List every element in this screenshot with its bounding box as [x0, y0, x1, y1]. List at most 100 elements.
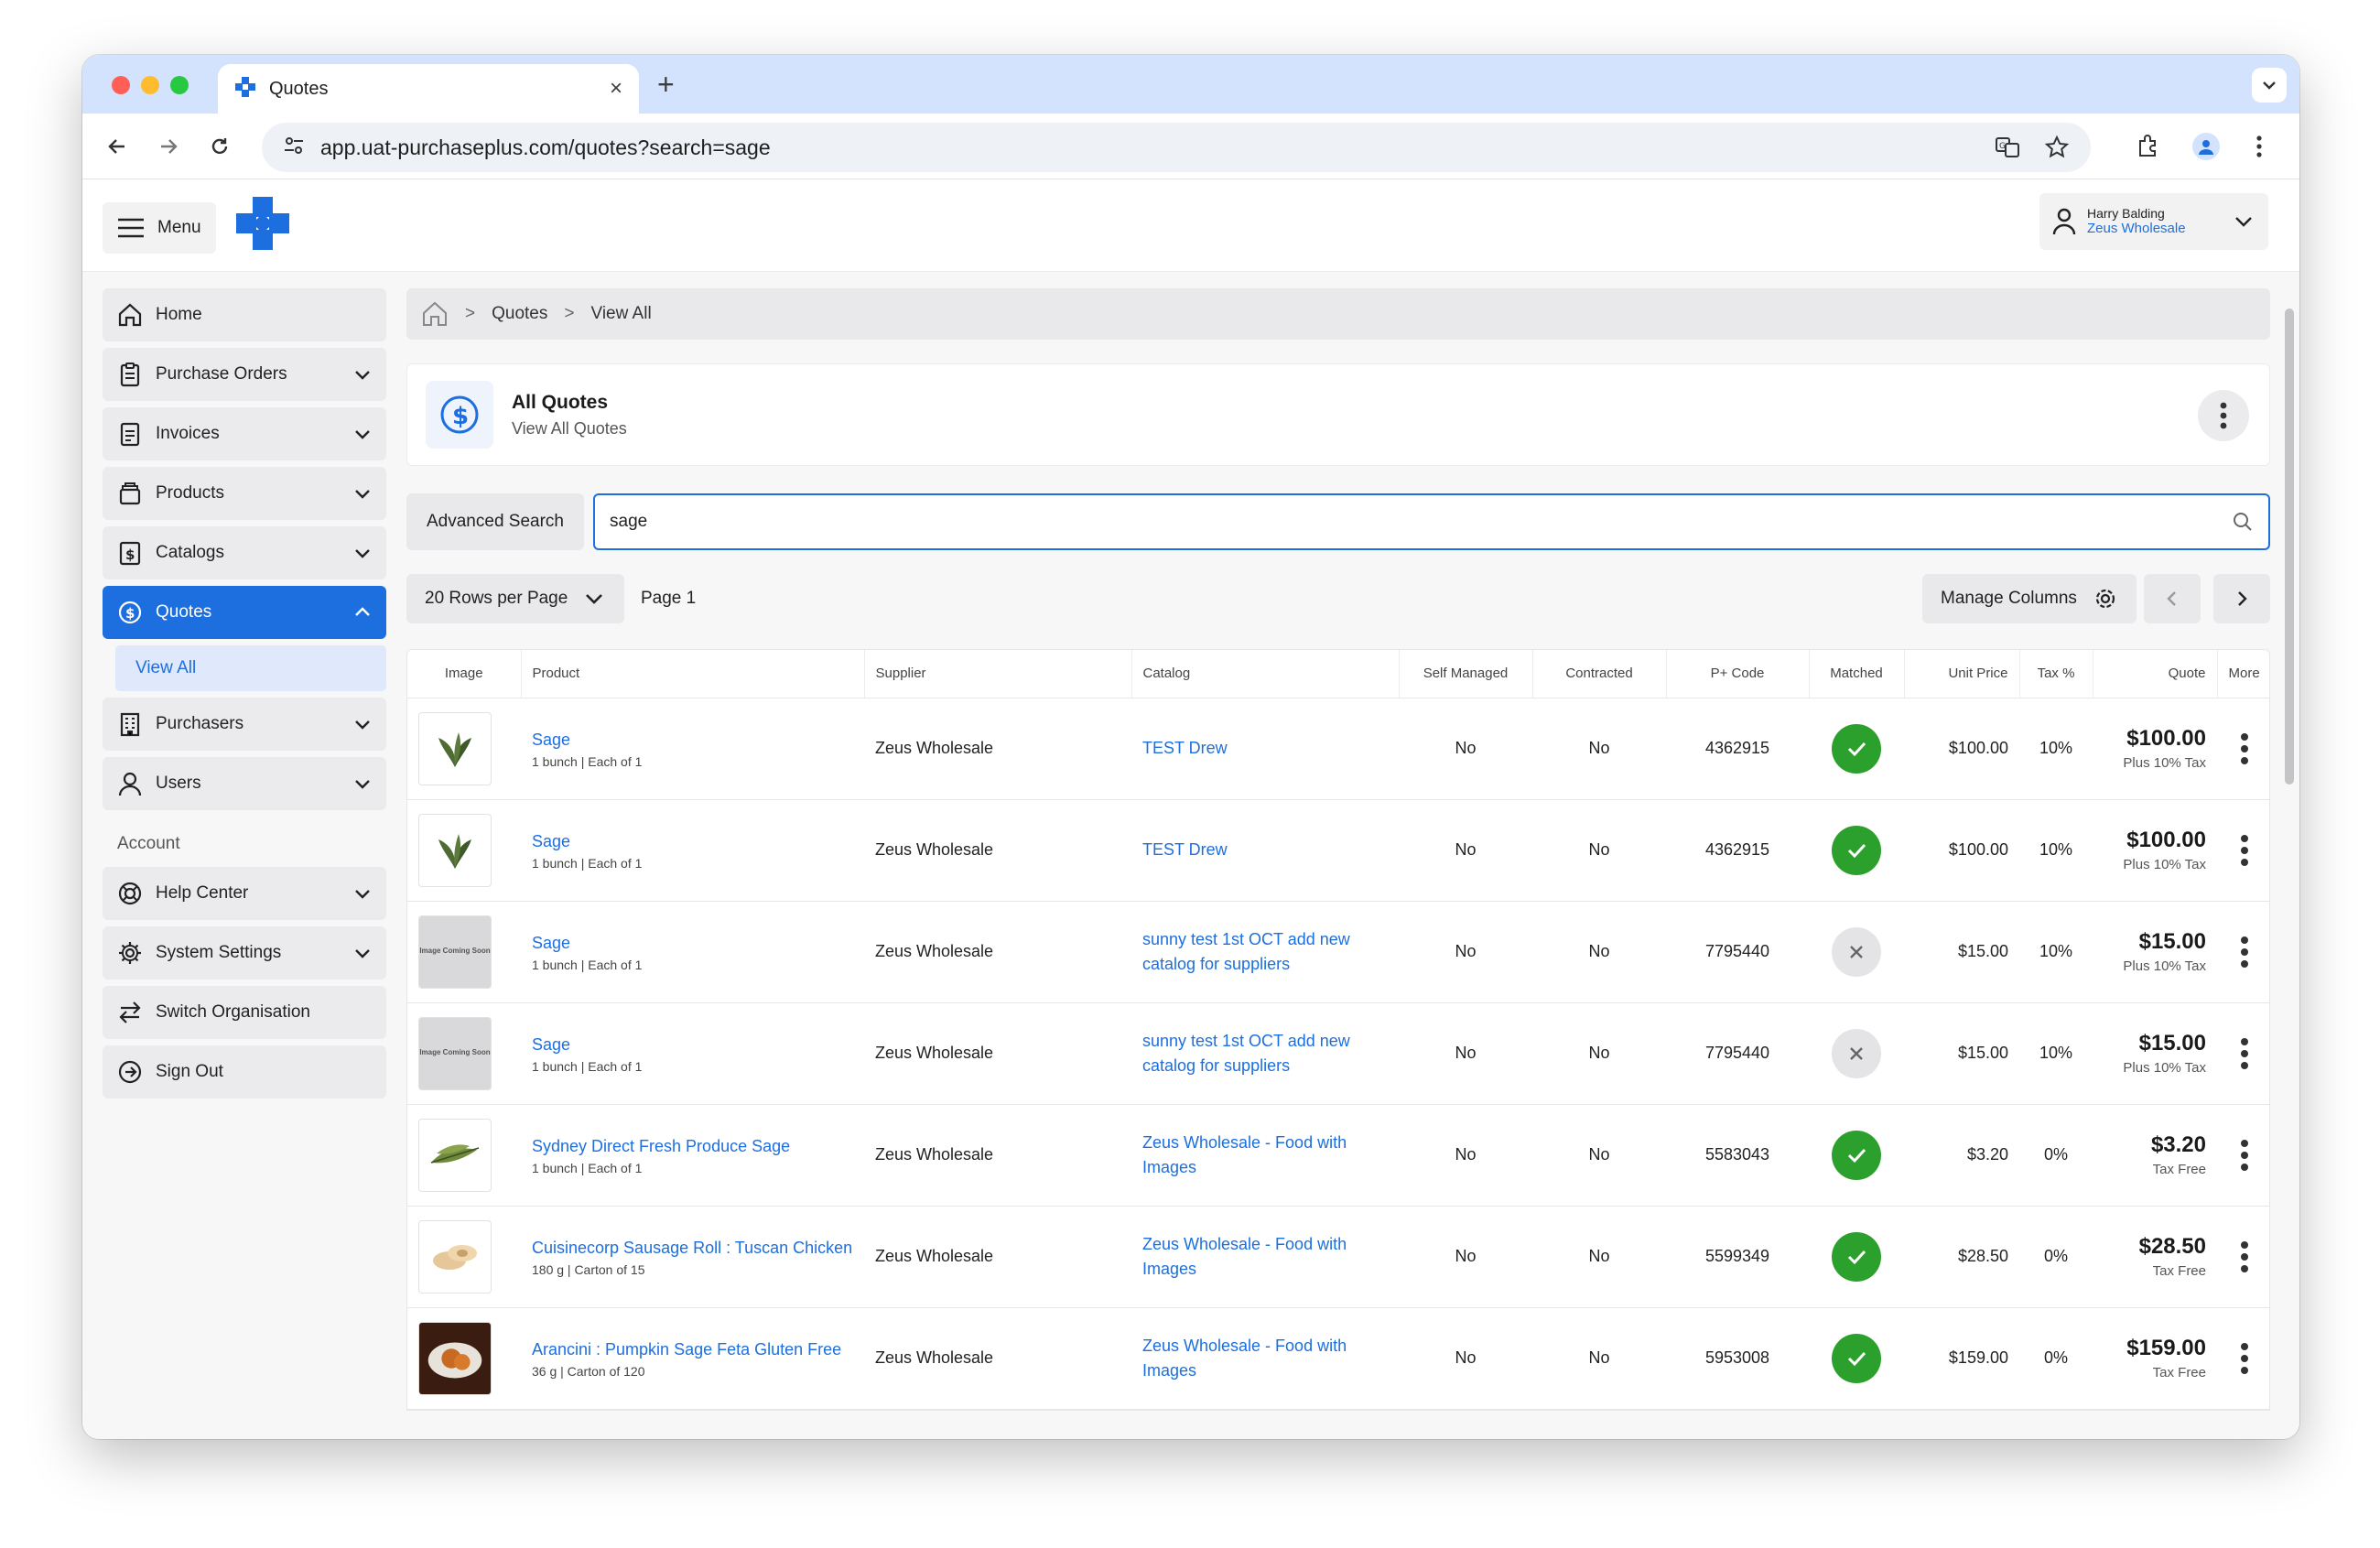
- pagination-bar: 20 Rows per Page Page 1 Manage Columns: [406, 574, 2270, 623]
- row-actions-kebab-icon[interactable]: [2228, 732, 2260, 764]
- column-header-self-managed[interactable]: Self Managed: [1399, 650, 1533, 698]
- product-thumbnail[interactable]: [418, 711, 492, 785]
- table-row[interactable]: Cuisinecorp Sausage Roll : Tuscan Chicke…: [407, 1206, 2269, 1308]
- column-header-quote[interactable]: Quote: [2093, 650, 2218, 698]
- column-header-unit-price[interactable]: Unit Price: [1904, 650, 2020, 698]
- search-icon[interactable]: [2232, 511, 2254, 533]
- sidebar-item-home[interactable]: Home: [103, 288, 386, 341]
- quote-amount: $3.20: [2150, 1132, 2206, 1157]
- table-row[interactable]: Sydney Direct Fresh Produce Sage 1 bunch…: [407, 1104, 2269, 1207]
- contracted-cell: No: [1532, 799, 1666, 902]
- catalog-link[interactable]: Zeus Wholesale - Food with Images: [1142, 1334, 1388, 1381]
- column-header-contracted[interactable]: Contracted: [1532, 650, 1667, 698]
- row-actions-kebab-icon[interactable]: [2228, 1139, 2260, 1171]
- product-thumbnail[interactable]: Image Coming Soon: [418, 915, 492, 989]
- column-header-p-code[interactable]: P+ Code: [1666, 650, 1810, 698]
- contracted-cell: No: [1532, 1104, 1666, 1207]
- catalog-link[interactable]: Zeus Wholesale - Food with Images: [1142, 1131, 1388, 1178]
- manage-columns-button[interactable]: Manage Columns: [1922, 574, 2137, 623]
- purchaseplus-logo[interactable]: [234, 195, 291, 256]
- row-actions-kebab-icon[interactable]: [2228, 834, 2260, 866]
- tab-search-button[interactable]: [2252, 68, 2287, 103]
- sidebar-item-label: Catalogs: [156, 543, 224, 562]
- maximize-window-button[interactable]: [170, 76, 189, 94]
- sidebar-item-switch-organisation[interactable]: Switch Organisation: [103, 986, 386, 1039]
- address-bar[interactable]: app.uat-purchaseplus.com/quotes?search=s…: [262, 123, 2091, 172]
- sidebar-item-purchase-orders[interactable]: Purchase Orders: [103, 348, 386, 401]
- browser-menu-icon[interactable]: [2245, 132, 2274, 161]
- row-actions-kebab-icon[interactable]: [2228, 1240, 2260, 1272]
- sidebar-item-sign-out[interactable]: Sign Out: [103, 1045, 386, 1099]
- svg-text:$: $: [452, 403, 469, 430]
- sidebar-item-help-center[interactable]: Help Center: [103, 867, 386, 920]
- menu-button[interactable]: Menu: [103, 202, 216, 254]
- product-name-link[interactable]: Arancini : Pumpkin Sage Feta Gluten Free: [532, 1337, 853, 1361]
- bookmark-star-icon[interactable]: [2041, 132, 2072, 163]
- sidebar-item-quotes[interactable]: $ Quotes: [103, 586, 386, 639]
- dollar-icon: $: [118, 601, 142, 624]
- reload-icon[interactable]: [205, 132, 234, 161]
- sidebar-item-products[interactable]: Products: [103, 467, 386, 520]
- profile-avatar[interactable]: [2191, 132, 2221, 161]
- product-name-link[interactable]: Sage: [532, 931, 853, 955]
- extensions-icon[interactable]: [2133, 132, 2162, 161]
- product-name-link[interactable]: Cuisinecorp Sausage Roll : Tuscan Chicke…: [532, 1236, 853, 1260]
- product-name-link[interactable]: Sage: [532, 1033, 853, 1056]
- column-header-product[interactable]: Product: [521, 650, 865, 698]
- table-row[interactable]: Image Coming Soon Sage 1 bunch | Each of…: [407, 901, 2269, 1003]
- translate-icon[interactable]: G: [1992, 132, 2023, 163]
- table-row[interactable]: Sage 1 bunch | Each of 1 Zeus Wholesale …: [407, 698, 2269, 800]
- page-actions-button[interactable]: [2198, 390, 2249, 441]
- user-menu-button[interactable]: Harry Balding Zeus Wholesale: [2039, 193, 2268, 250]
- catalog-link[interactable]: Zeus Wholesale - Food with Images: [1142, 1232, 1388, 1280]
- site-settings-icon[interactable]: [282, 134, 306, 162]
- back-icon[interactable]: [103, 132, 132, 161]
- chevron-down-icon: [355, 549, 370, 558]
- new-tab-icon[interactable]: +: [657, 68, 675, 102]
- table-row[interactable]: Image Coming Soon Sage 1 bunch | Each of…: [407, 1002, 2269, 1105]
- tax-cell: 10%: [2019, 901, 2093, 1003]
- product-thumbnail[interactable]: [418, 813, 492, 887]
- sidebar-item-purchasers[interactable]: Purchasers: [103, 698, 386, 751]
- breadcrumb-quotes[interactable]: Quotes: [492, 304, 547, 324]
- product-name-link[interactable]: Sage: [532, 829, 853, 853]
- next-page-button[interactable]: [2213, 574, 2270, 623]
- advanced-search-button[interactable]: Advanced Search: [406, 493, 584, 550]
- catalog-link[interactable]: sunny test 1st OCT add new catalog for s…: [1142, 927, 1388, 975]
- app-viewport: Menu Harry Balding Zeus Wholesale Home P…: [82, 180, 2299, 1439]
- sidebar-item-catalogs[interactable]: $ Catalogs: [103, 526, 386, 579]
- page-scrollbar[interactable]: [2285, 309, 2294, 785]
- catalog-link[interactable]: TEST Drew: [1142, 838, 1388, 861]
- tab-close-icon[interactable]: ×: [610, 76, 622, 102]
- supplier-cell: Zeus Wholesale: [864, 1206, 1131, 1308]
- search-input[interactable]: sage: [593, 493, 2270, 550]
- product-thumbnail[interactable]: [418, 1219, 492, 1294]
- table-row[interactable]: Sage 1 bunch | Each of 1 Zeus Wholesale …: [407, 799, 2269, 902]
- home-icon[interactable]: [421, 300, 449, 328]
- product-thumbnail[interactable]: [418, 1118, 492, 1192]
- row-actions-kebab-icon[interactable]: [2228, 1037, 2260, 1069]
- column-header-tax[interactable]: Tax %: [2019, 650, 2093, 698]
- product-name-link[interactable]: Sage: [532, 728, 853, 752]
- table-row[interactable]: Arancini : Pumpkin Sage Feta Gluten Free…: [407, 1307, 2269, 1410]
- product-thumbnail[interactable]: Image Coming Soon: [418, 1016, 492, 1090]
- column-header-supplier[interactable]: Supplier: [864, 650, 1132, 698]
- sidebar-subitem-view-all[interactable]: View All: [115, 645, 386, 691]
- row-actions-kebab-icon[interactable]: [2228, 1342, 2260, 1374]
- sidebar-item-system-settings[interactable]: System Settings: [103, 926, 386, 980]
- catalog-link[interactable]: TEST Drew: [1142, 736, 1388, 760]
- product-thumbnail[interactable]: [418, 1321, 492, 1395]
- sidebar-item-users[interactable]: Users: [103, 757, 386, 810]
- column-header-matched[interactable]: Matched: [1809, 650, 1905, 698]
- product-name-link[interactable]: Sydney Direct Fresh Produce Sage: [532, 1134, 853, 1158]
- catalog-link[interactable]: sunny test 1st OCT add new catalog for s…: [1142, 1029, 1388, 1077]
- column-header-catalog[interactable]: Catalog: [1131, 650, 1400, 698]
- minimize-window-button[interactable]: [141, 76, 159, 94]
- rows-per-page-select[interactable]: 20 Rows per Page: [406, 574, 624, 623]
- sidebar-item-invoices[interactable]: Invoices: [103, 407, 386, 460]
- forward-icon[interactable]: [154, 132, 183, 161]
- previous-page-button[interactable]: [2144, 574, 2201, 623]
- row-actions-kebab-icon[interactable]: [2228, 936, 2260, 968]
- browser-tab[interactable]: Quotes ×: [218, 64, 639, 114]
- close-window-button[interactable]: [112, 76, 130, 94]
